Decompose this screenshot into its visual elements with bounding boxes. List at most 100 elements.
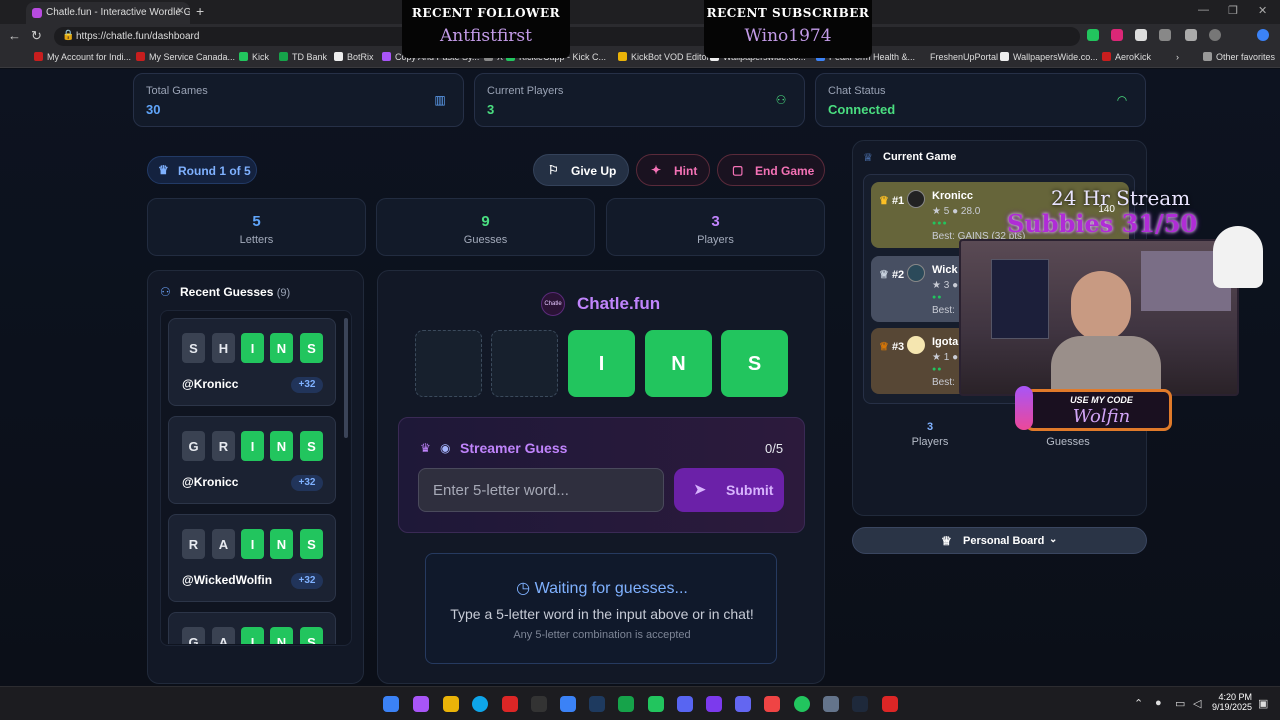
minimize-icon[interactable]: — [1198, 4, 1209, 16]
vivaldi-icon[interactable] [502, 696, 518, 712]
taskbar-clock[interactable]: 4:20 PM 9/19/2025 [1212, 692, 1252, 712]
crown-icon: ♛ [879, 195, 889, 207]
epic-games-icon[interactable] [531, 696, 547, 712]
avatar [907, 336, 925, 354]
stat-total-games: Total Games 30 ▥ [133, 73, 464, 127]
hint-button[interactable]: ✦ Hint [636, 154, 710, 186]
edge-icon[interactable] [472, 696, 488, 712]
submit-button[interactable]: ➤ Submit [674, 468, 784, 512]
bookmark-item[interactable]: My Account for Indi... [34, 52, 131, 62]
progress-dots: ●● [932, 366, 943, 373]
metric-letters: 5 Letters [147, 198, 366, 256]
app-icon[interactable] [823, 696, 839, 712]
personal-board-button[interactable]: ♕ Personal Board ⌄ [852, 527, 1147, 554]
minecraft-icon[interactable] [648, 696, 664, 712]
round-indicator: ♛ Round 1 of 5 [147, 156, 257, 184]
bookmark-item[interactable]: BotRix [334, 52, 374, 62]
tray-chevron-icon[interactable]: ⌃ [1134, 697, 1143, 710]
guess-letter: S [300, 431, 323, 461]
extension-icon[interactable] [1087, 29, 1099, 41]
bookmarks-overflow-icon[interactable]: › [1176, 52, 1179, 62]
bookmark-item[interactable]: Kick [239, 52, 269, 62]
player-meta: ★ 1 ● [932, 352, 959, 363]
word-tile: N [645, 330, 712, 397]
bar-chart-icon: ▥ [434, 93, 446, 107]
bookmark-item[interactable]: TD Bank [279, 52, 327, 62]
bookmark-item[interactable]: WallpapersWide.co... [1000, 52, 1098, 62]
metric-guesses: 9 Guesses [376, 198, 595, 256]
app-icon[interactable] [882, 696, 898, 712]
app-icon[interactable] [560, 696, 576, 712]
xbox-icon[interactable] [618, 696, 634, 712]
extensions-puzzle-icon[interactable] [1159, 29, 1171, 41]
scrollbar[interactable] [344, 318, 348, 438]
volume-icon[interactable]: ◁ [1193, 697, 1201, 710]
bookmark-item[interactable]: My Service Canada... [136, 52, 235, 62]
progress-dots: ●● [932, 294, 943, 301]
maps-icon[interactable] [764, 696, 780, 712]
discord-icon[interactable] [677, 696, 693, 712]
other-favorites[interactable]: Other favorites [1203, 52, 1275, 62]
windows-start-icon[interactable] [383, 696, 399, 712]
windows-taskbar: ⌃ ● ▭ ◁ 4:20 PM 9/19/2025 ▣ [0, 686, 1280, 720]
guess-letter: G [182, 431, 205, 461]
file-explorer-icon[interactable] [443, 696, 459, 712]
app-icon[interactable] [852, 696, 868, 712]
bookmark-item[interactable]: AeroKick [1102, 52, 1151, 62]
gamepad-icon: ◉ [440, 441, 451, 455]
favorites-icon[interactable] [1185, 29, 1197, 41]
reload-icon[interactable]: ↻ [31, 28, 42, 44]
close-tab-icon[interactable]: ✕ [176, 6, 184, 17]
waiting-box: ◷ Waiting for guesses... Type a 5-letter… [425, 553, 777, 664]
crystal-icon [1015, 386, 1033, 430]
spotify-icon[interactable] [794, 696, 810, 712]
network-icon[interactable]: ▭ [1175, 697, 1185, 710]
progress-dots: ●●● [932, 220, 948, 227]
profile-avatar[interactable] [1209, 29, 1221, 41]
player-name: Kronicc [932, 190, 973, 202]
guess-letter: N [270, 627, 293, 644]
copilot-icon[interactable] [413, 696, 429, 712]
browser-tabstrip: Chatle.fun - Interactive Wordle G... ✕ +… [0, 0, 1280, 24]
notifications-icon[interactable]: ▣ [1258, 697, 1268, 710]
close-window-icon[interactable]: ✕ [1258, 4, 1267, 17]
browser-tab[interactable]: Chatle.fun - Interactive Wordle G... [26, 2, 190, 24]
streamer-guess-title: Streamer Guess [460, 440, 568, 456]
new-tab-icon[interactable]: + [196, 3, 204, 19]
stop-square-icon: ▢ [732, 163, 744, 177]
extension-icon[interactable] [1135, 29, 1147, 41]
app-icon[interactable] [735, 696, 751, 712]
end-game-button[interactable]: ▢ End Game [717, 154, 825, 186]
url-text: https://chatle.fun/dashboard [76, 31, 200, 42]
guess-letter: I [241, 333, 264, 363]
copilot-icon[interactable] [1257, 29, 1269, 41]
steam-icon[interactable] [589, 696, 605, 712]
avatar [907, 264, 925, 282]
bookmark-item[interactable]: KickBot VOD Editor [618, 52, 710, 62]
points-badge: +32 [291, 475, 323, 491]
app-icon[interactable] [706, 696, 722, 712]
stat-chat-status: Chat Status Connected ◠ [815, 73, 1146, 127]
brand-title: Chatle.fun [577, 294, 661, 313]
guess-card: G R I N S @Kronicc +32 [168, 416, 336, 504]
metric-players: 3 Players [606, 198, 825, 256]
tab-title: Chatle.fun - Interactive Wordle G... [46, 7, 190, 18]
bookmark-item[interactable]: FreshenUpPortal [930, 52, 998, 62]
rank-label: ♕ #3 [879, 341, 905, 353]
maximize-icon[interactable]: ❐ [1228, 4, 1238, 17]
subscriber-name: Wino1974 [744, 26, 832, 46]
back-icon[interactable]: ← [8, 28, 21, 43]
user-icon: ⚇ [775, 93, 787, 107]
microphone-icon[interactable]: ● [1155, 697, 1162, 709]
current-game-title: Current Game [883, 151, 957, 163]
waiting-title: ◷ Waiting for guesses... [516, 580, 688, 597]
lightbulb-icon: ✦ [651, 163, 662, 177]
recent-guesses-title: Recent Guesses (9) [180, 285, 291, 299]
word-input[interactable] [418, 468, 664, 512]
give-up-button[interactable]: ⚐ Give Up [533, 154, 629, 186]
chatle-favicon-icon [32, 8, 42, 18]
guess-card: S H I N S @Kronicc +32 [168, 318, 336, 406]
guess-letter: I [241, 627, 264, 644]
guess-letter: G [182, 627, 205, 644]
extension-icon[interactable] [1111, 29, 1123, 41]
